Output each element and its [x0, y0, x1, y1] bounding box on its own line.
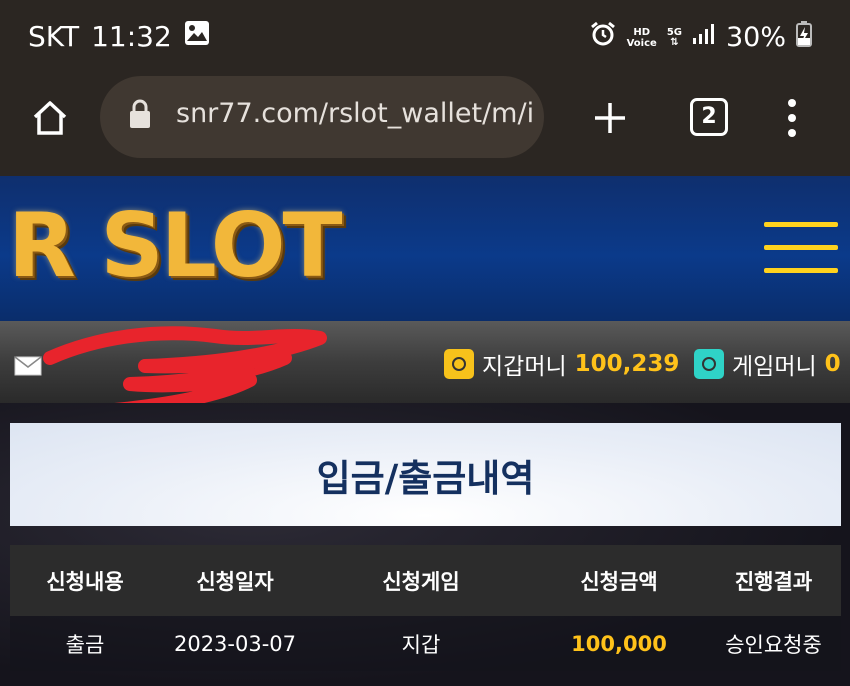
history-table: 신청내용 신청일자 신청게임 신청금액 진행결과 출금 2023-03-07 지… — [10, 545, 841, 671]
clock: 11:32 — [91, 20, 172, 53]
header-request-date: 신청일자 — [196, 569, 274, 594]
image-notification-icon — [184, 20, 210, 53]
cell-request-game: 지갑 — [401, 632, 441, 657]
url-text[interactable]: snr77.com/rslot_wallet/m/ind — [176, 98, 532, 129]
header-result: 진행결과 — [734, 569, 813, 594]
game-safe-icon — [694, 349, 724, 379]
site-header: R SLOT — [0, 176, 850, 321]
hamburger-menu-icon[interactable] — [764, 222, 838, 276]
status-bar: SKT 11:32 HD Voice 5G ⇅ 30% — [0, 0, 850, 72]
hd-voice-icon: HD Voice — [626, 26, 657, 49]
table-row[interactable]: 출금 2023-03-07 지갑 100,000 승인요청중 — [10, 616, 841, 671]
game-label: 게임머니 — [732, 354, 817, 380]
cell-result: 승인요청중 — [725, 632, 822, 657]
lock-icon — [128, 98, 152, 134]
page-title-box: 입금/출금내역 — [10, 423, 841, 526]
table-header: 신청내용 신청일자 신청게임 신청금액 진행결과 — [10, 545, 841, 616]
header-request-type: 신청내용 — [46, 569, 124, 594]
wallet-money[interactable]: 지갑머니 100,239 — [444, 347, 679, 381]
cell-request-amount: 100,000 — [571, 631, 667, 656]
wallet-label: 지갑머니 — [482, 354, 567, 380]
cell-request-date: 2023-03-07 — [173, 631, 297, 656]
address-bar[interactable]: snr77.com/rslot_wallet/m/ind — [100, 76, 544, 158]
game-amount: 0 — [824, 351, 841, 377]
game-money[interactable]: 게임머니 0 — [694, 347, 841, 381]
wallet-safe-icon — [444, 349, 474, 379]
network-5g-icon: 5G ⇅ — [666, 26, 682, 48]
tab-switcher-button[interactable]: 2 — [690, 98, 728, 136]
cell-request-type: 출금 — [65, 632, 105, 657]
carrier: SKT — [28, 20, 80, 53]
home-icon[interactable] — [30, 98, 70, 142]
battery-percent: 30% — [725, 22, 786, 53]
alarm-icon — [589, 20, 617, 55]
header-request-amount: 신청금액 — [580, 569, 658, 594]
new-tab-icon[interactable] — [592, 100, 628, 140]
wallet-amount: 100,239 — [574, 351, 680, 377]
header-request-game: 신청게임 — [382, 569, 460, 594]
page-title: 입금/출금내역 — [316, 456, 535, 500]
battery-charging-icon — [796, 21, 812, 54]
signal-icon — [692, 22, 716, 53]
site-logo[interactable]: R SLOT — [8, 194, 343, 297]
more-options-icon[interactable] — [786, 98, 798, 142]
browser-toolbar: snr77.com/rslot_wallet/m/ind 2 — [0, 72, 850, 176]
